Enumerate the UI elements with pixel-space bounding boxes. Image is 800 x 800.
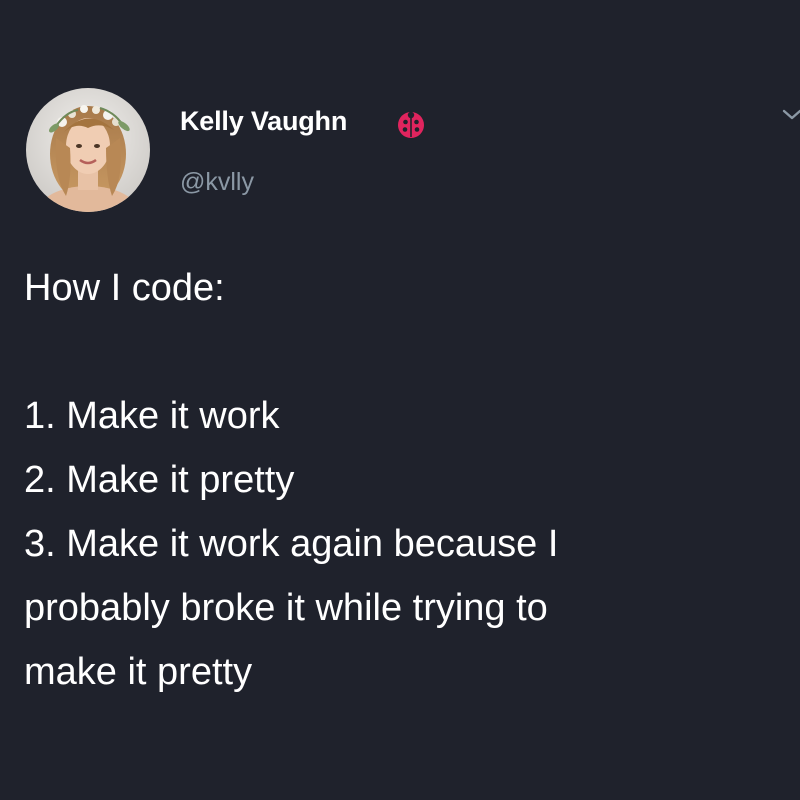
ladybug-badge-icon (396, 110, 426, 140)
avatar[interactable] (26, 88, 150, 212)
tweet-text-line: 2. Make it pretty (24, 459, 295, 501)
chevron-down-icon[interactable] (782, 108, 800, 122)
tweet-text-line: 1. Make it work (24, 395, 280, 437)
tweet-text-line: How I code: (24, 267, 225, 309)
tweet-text-line: 3. Make it work again because I (24, 523, 559, 565)
tweet-text-line (24, 320, 774, 384)
user-handle[interactable]: @kvlly (180, 168, 254, 197)
tweet-text-line: make it pretty (24, 651, 253, 693)
tweet-text: How I code: 1. Make it work 2. Make it p… (24, 256, 774, 704)
tweet-text-line: probably broke it while trying to (24, 587, 548, 629)
avatar-photo (26, 88, 150, 212)
tweet-card: Kelly Vaughn @kvlly How I code: 1. Make … (0, 0, 800, 800)
display-name[interactable]: Kelly Vaughn (180, 106, 347, 137)
